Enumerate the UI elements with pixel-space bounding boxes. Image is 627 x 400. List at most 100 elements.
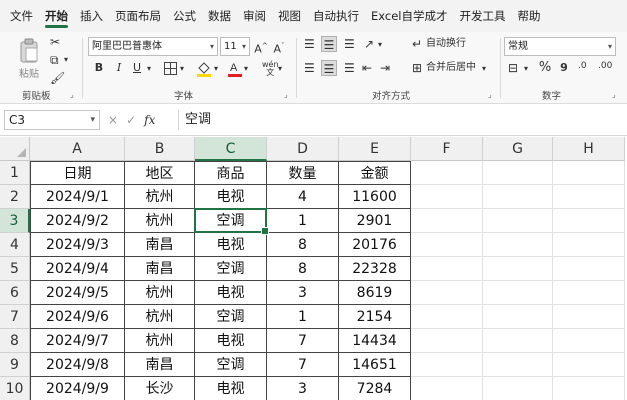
cell-c1[interactable]: 商品 bbox=[195, 161, 267, 185]
menu-tab-11[interactable]: 帮助 bbox=[511, 0, 546, 32]
cell-e4[interactable]: 20176 bbox=[339, 233, 411, 257]
cell-b10[interactable]: 长沙 bbox=[125, 377, 195, 400]
cell-d2[interactable]: 4 bbox=[267, 185, 339, 209]
cell-a2[interactable]: 2024/9/1 bbox=[30, 185, 125, 209]
orientation-icon[interactable]: ↗ bbox=[364, 38, 374, 50]
cell-h4[interactable] bbox=[553, 233, 625, 257]
percent-button[interactable]: % bbox=[538, 59, 552, 77]
cell-d10[interactable]: 3 bbox=[267, 377, 339, 400]
cell-f10[interactable] bbox=[411, 377, 483, 400]
grow-font-button[interactable]: A^ bbox=[254, 37, 268, 56]
menu-tab-7[interactable]: 视图 bbox=[272, 0, 307, 32]
font-launcher-icon[interactable]: ⌟ bbox=[284, 91, 292, 99]
copy-icon[interactable]: ⧉ bbox=[50, 54, 59, 66]
fill-color-icon[interactable] bbox=[196, 60, 212, 78]
border-dropdown-icon[interactable]: ▾ bbox=[180, 65, 184, 73]
column-header-f[interactable]: F bbox=[411, 137, 483, 161]
cell-c4[interactable]: 电视 bbox=[195, 233, 267, 257]
paste-button[interactable]: 粘贴 bbox=[14, 66, 44, 84]
align-left-icon[interactable]: ☰ bbox=[304, 62, 315, 74]
cell-d5[interactable]: 8 bbox=[267, 257, 339, 281]
cell-h9[interactable] bbox=[553, 353, 625, 377]
cell-g7[interactable] bbox=[483, 305, 553, 329]
cell-h10[interactable] bbox=[553, 377, 625, 400]
cell-d4[interactable]: 8 bbox=[267, 233, 339, 257]
cut-icon[interactable]: ✂ bbox=[50, 36, 60, 48]
insert-function-icon[interactable]: fx bbox=[144, 113, 155, 127]
decrease-decimal-icon[interactable]: .00 bbox=[598, 62, 612, 71]
shrink-font-button[interactable]: Aˇ bbox=[272, 37, 286, 56]
column-header-e[interactable]: E bbox=[339, 137, 411, 161]
fill-dropdown-icon[interactable]: ▾ bbox=[214, 65, 218, 73]
cell-h1[interactable] bbox=[553, 161, 625, 185]
cell-b1[interactable]: 地区 bbox=[125, 161, 195, 185]
cell-g1[interactable] bbox=[483, 161, 553, 185]
merge-center-button[interactable]: 合并后居中 bbox=[426, 59, 476, 77]
cell-b3[interactable]: 杭州 bbox=[125, 209, 195, 233]
cell-a4[interactable]: 2024/9/3 bbox=[30, 233, 125, 257]
cell-g4[interactable] bbox=[483, 233, 553, 257]
italic-button[interactable]: I bbox=[112, 59, 126, 77]
cell-f4[interactable] bbox=[411, 233, 483, 257]
align-center-icon[interactable]: ☰ bbox=[321, 60, 337, 76]
cell-a8[interactable]: 2024/9/7 bbox=[30, 329, 125, 353]
cell-g9[interactable] bbox=[483, 353, 553, 377]
row-header-7[interactable]: 7 bbox=[0, 305, 30, 329]
underline-button[interactable]: U bbox=[130, 59, 144, 77]
column-header-b[interactable]: B bbox=[125, 137, 195, 161]
cell-c9[interactable]: 空调 bbox=[195, 353, 267, 377]
cell-g3[interactable] bbox=[483, 209, 553, 233]
cell-c10[interactable]: 电视 bbox=[195, 377, 267, 400]
menu-tab-5[interactable]: 数据 bbox=[202, 0, 237, 32]
cell-c3[interactable]: 空调 bbox=[195, 209, 267, 233]
cell-e2[interactable]: 11600 bbox=[339, 185, 411, 209]
cell-b7[interactable]: 杭州 bbox=[125, 305, 195, 329]
cell-d1[interactable]: 数量 bbox=[267, 161, 339, 185]
bold-button[interactable]: B bbox=[92, 59, 106, 77]
cell-c7[interactable]: 空调 bbox=[195, 305, 267, 329]
cell-g8[interactable] bbox=[483, 329, 553, 353]
cell-g6[interactable] bbox=[483, 281, 553, 305]
cell-d7[interactable]: 1 bbox=[267, 305, 339, 329]
cell-f5[interactable] bbox=[411, 257, 483, 281]
menu-tab-10[interactable]: 开发工具 bbox=[453, 0, 511, 32]
cell-e1[interactable]: 金额 bbox=[339, 161, 411, 185]
align-middle-icon[interactable]: ☰ bbox=[321, 36, 337, 52]
cell-c2[interactable]: 电视 bbox=[195, 185, 267, 209]
cell-h7[interactable] bbox=[553, 305, 625, 329]
cell-g5[interactable] bbox=[483, 257, 553, 281]
cell-a3[interactable]: 2024/9/2 bbox=[30, 209, 125, 233]
font-color-dropdown-icon[interactable]: ▾ bbox=[244, 65, 248, 73]
menu-tab-1[interactable]: 开始 bbox=[39, 0, 74, 32]
cell-c8[interactable]: 电视 bbox=[195, 329, 267, 353]
row-header-3[interactable]: 3 bbox=[0, 209, 30, 233]
cell-e6[interactable]: 8619 bbox=[339, 281, 411, 305]
cell-g2[interactable] bbox=[483, 185, 553, 209]
orientation-dropdown-icon[interactable]: ▾ bbox=[378, 41, 382, 49]
enter-icon[interactable]: ✓ bbox=[126, 113, 136, 127]
cell-e9[interactable]: 14651 bbox=[339, 353, 411, 377]
alignment-launcher-icon[interactable]: ⌟ bbox=[488, 91, 496, 99]
cell-f8[interactable] bbox=[411, 329, 483, 353]
menu-tab-3[interactable]: 页面布局 bbox=[109, 0, 167, 32]
align-right-icon[interactable]: ☰ bbox=[344, 62, 355, 74]
increase-indent-icon[interactable]: ⇥ bbox=[380, 62, 390, 74]
cell-d6[interactable]: 3 bbox=[267, 281, 339, 305]
cell-h3[interactable] bbox=[553, 209, 625, 233]
cell-b8[interactable]: 杭州 bbox=[125, 329, 195, 353]
cell-d8[interactable]: 7 bbox=[267, 329, 339, 353]
border-icon[interactable] bbox=[163, 62, 177, 76]
cell-h8[interactable] bbox=[553, 329, 625, 353]
menu-tab-4[interactable]: 公式 bbox=[167, 0, 202, 32]
cell-a7[interactable]: 2024/9/6 bbox=[30, 305, 125, 329]
row-header-8[interactable]: 8 bbox=[0, 329, 30, 353]
font-size-combo[interactable]: 11 ▾ bbox=[220, 37, 250, 56]
comma-style-button[interactable]: 9 bbox=[558, 59, 570, 77]
menu-tab-2[interactable]: 插入 bbox=[74, 0, 109, 32]
wrap-text-button[interactable]: 自动换行 bbox=[426, 35, 466, 53]
format-painter-icon[interactable]: 🖌 bbox=[50, 72, 65, 84]
increase-decimal-icon[interactable]: .0 bbox=[578, 62, 587, 71]
paste-icon[interactable] bbox=[18, 38, 40, 64]
cell-e8[interactable]: 14434 bbox=[339, 329, 411, 353]
font-name-combo[interactable]: 阿里巴巴普惠体 ▾ bbox=[88, 37, 218, 56]
